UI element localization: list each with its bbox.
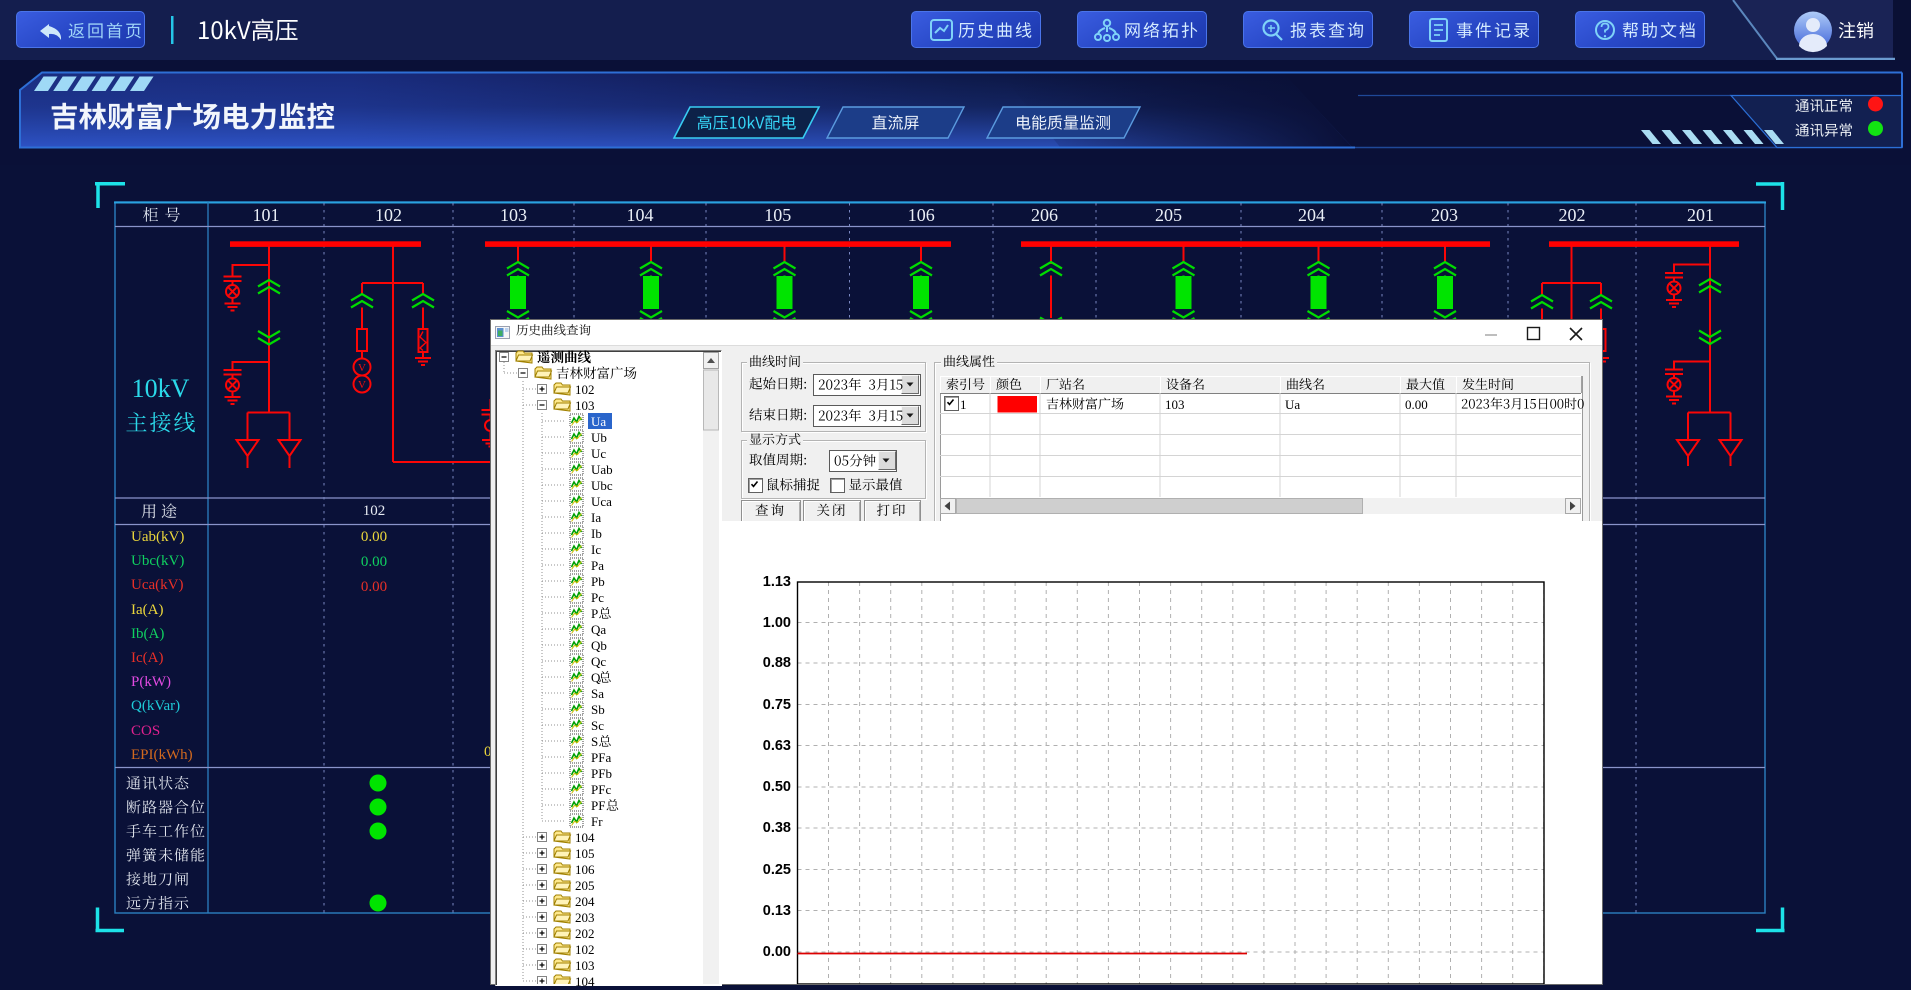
svg-text:V: V xyxy=(358,379,366,391)
svg-text:V: V xyxy=(358,362,366,374)
